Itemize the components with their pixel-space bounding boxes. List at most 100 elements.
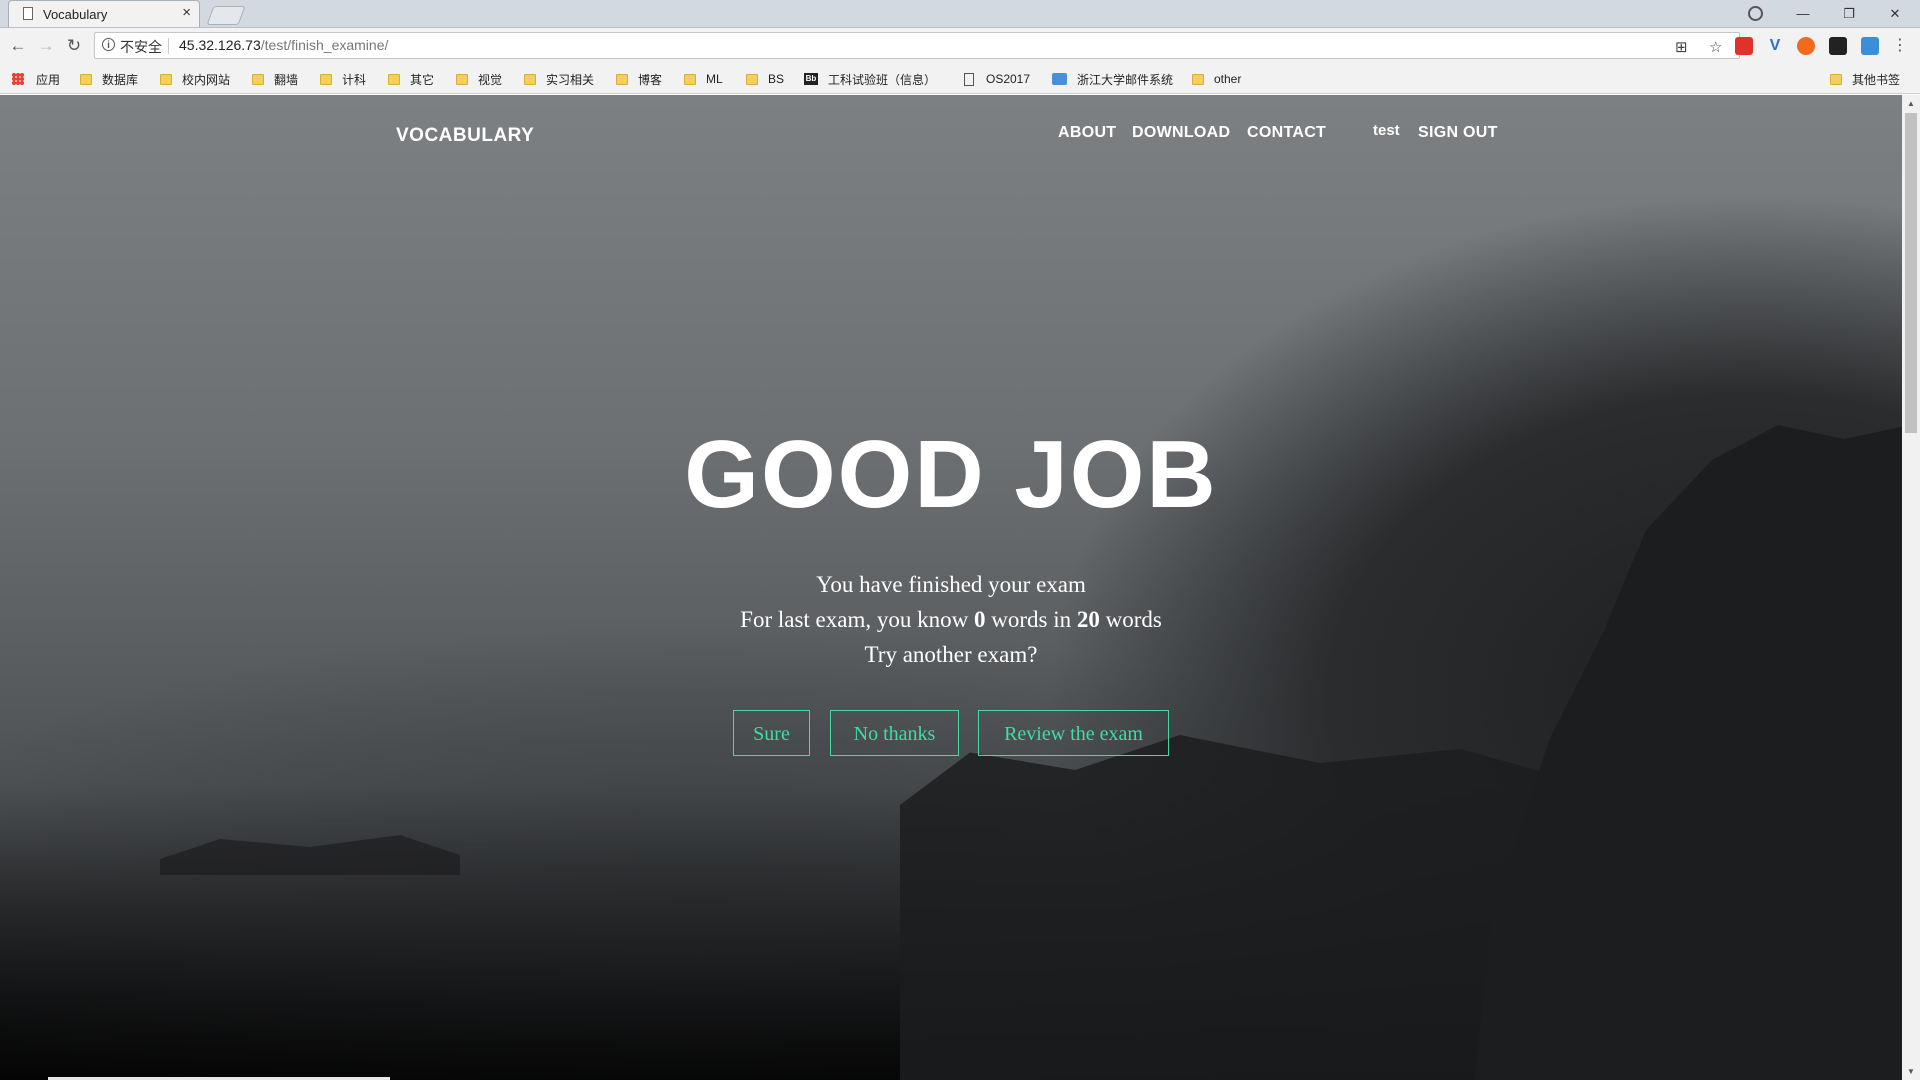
restore-button[interactable]: ❐ [1828, 0, 1870, 27]
reload-button[interactable]: ↻ [62, 34, 86, 58]
bookmark-folder[interactable]: 博客 [616, 71, 662, 87]
nav-download[interactable]: DOWNLOAD [1132, 124, 1230, 142]
bookmark-folder[interactable]: 翻墙 [252, 71, 298, 87]
nav-contact[interactable]: CONTACT [1247, 124, 1326, 142]
rock-silhouette [160, 835, 460, 875]
bookmark-label: 校内网站 [182, 72, 231, 87]
folder-icon [684, 73, 696, 85]
bookmark-folder[interactable]: other [1192, 71, 1241, 87]
bookmark-label: ML [706, 72, 723, 86]
browser-menu-icon[interactable]: ⋮ [1888, 34, 1912, 58]
back-button[interactable]: ← [6, 34, 30, 58]
new-tab-button[interactable] [206, 6, 246, 25]
scroll-up-icon[interactable]: ▲ [1907, 99, 1915, 108]
folder-icon [252, 73, 264, 85]
scrollbar-thumb[interactable] [1905, 113, 1917, 433]
extension-v-icon[interactable]: V [1766, 37, 1784, 55]
browser-tab[interactable]: Vocabulary × [8, 0, 200, 27]
review-exam-button[interactable]: Review the exam [978, 710, 1169, 756]
bookmark-label: 视觉 [478, 72, 503, 87]
document-icon [964, 72, 974, 86]
other-bookmarks[interactable]: 其他书签 [1830, 71, 1900, 87]
bookmark-folder[interactable]: 实习相关 [524, 71, 594, 87]
no-thanks-button[interactable]: No thanks [830, 710, 959, 756]
bookmark-link[interactable]: Bb 工科试验班（信息） [804, 71, 936, 87]
bookmark-link[interactable]: OS2017 [964, 71, 1030, 87]
folder-icon [320, 73, 332, 85]
bookmark-folder[interactable]: 其它 [388, 71, 434, 87]
site-navbar: VOCABULARY ABOUT DOWNLOAD CONTACT test S… [0, 95, 1902, 175]
apps-icon [12, 73, 24, 85]
bookmarks-bar: 应用 数据库 校内网站 翻墙 计科 其它 视觉 实习相关 博客 ML BS Bb… [0, 64, 1920, 94]
folder-icon [1192, 73, 1204, 85]
nav-about[interactable]: ABOUT [1058, 124, 1116, 142]
bookmark-link[interactable]: 浙江大学邮件系统 [1052, 71, 1173, 87]
score-prefix: For last exam, you know [740, 607, 974, 632]
bookmark-label: 计科 [342, 72, 367, 87]
security-label[interactable]: 不安全 [120, 37, 162, 57]
score-middle: words in [985, 607, 1077, 632]
bookmark-folder[interactable]: ML [684, 71, 723, 87]
page-hero: VOCABULARY ABOUT DOWNLOAD CONTACT test S… [0, 95, 1902, 1080]
bookmark-label: 浙江大学邮件系统 [1077, 72, 1174, 87]
extension-dark-icon[interactable] [1829, 37, 1847, 55]
tab-title: Vocabulary [43, 7, 108, 22]
folder-icon [456, 73, 468, 85]
folder-icon [524, 73, 536, 85]
folder-icon [80, 73, 92, 85]
bookmark-star-icon[interactable]: ☆ [1709, 38, 1722, 56]
total-count: 20 [1076, 607, 1100, 632]
folder-icon [1830, 73, 1842, 85]
url-host: 45.32.126.73 [179, 37, 261, 53]
finish-message: You have finished your exam [816, 572, 1086, 597]
bookmark-label: 翻墙 [274, 72, 299, 87]
known-count: 0 [973, 607, 986, 632]
bookmark-folder[interactable]: 数据库 [80, 71, 138, 87]
bookmark-label: OS2017 [986, 72, 1031, 86]
username-link[interactable]: test [1373, 122, 1400, 139]
bookmark-label: 工科试验班（信息） [828, 72, 937, 87]
folder-icon [616, 73, 628, 85]
bookmark-apps[interactable]: 应用 [12, 71, 60, 87]
page-scrollbar[interactable]: ▲ ▼ [1902, 95, 1920, 1080]
mail-icon [1052, 73, 1067, 85]
tab-strip: Vocabulary × — ❐ ✕ [0, 0, 1920, 28]
tab-close-icon[interactable]: × [182, 4, 191, 21]
scroll-down-icon[interactable]: ▼ [1907, 1067, 1915, 1076]
sure-button[interactable]: Sure [733, 710, 810, 756]
bookmark-label: 博客 [638, 72, 663, 87]
folder-icon [388, 73, 400, 85]
minimize-button[interactable]: — [1782, 0, 1824, 27]
profile-icon[interactable] [1748, 6, 1763, 21]
bookmark-folder[interactable]: 计科 [320, 71, 366, 87]
bookmark-label: 实习相关 [546, 72, 595, 87]
bookmark-label: 其他书签 [1852, 72, 1901, 87]
rock-silhouette [900, 735, 1600, 1080]
extension-orange-icon[interactable] [1797, 37, 1815, 55]
site-brand[interactable]: VOCABULARY [396, 125, 534, 147]
url-path: /test/finish_examine/ [260, 37, 389, 53]
nav-sign-out[interactable]: SIGN OUT [1418, 124, 1498, 142]
close-window-button[interactable]: ✕ [1874, 0, 1916, 27]
bookmark-label: 数据库 [102, 72, 139, 87]
bookmark-folder[interactable]: 视觉 [456, 71, 502, 87]
bookmark-label: BS [768, 72, 785, 86]
extension-blue-icon[interactable] [1861, 37, 1879, 55]
bookmark-folder[interactable]: 校内网站 [160, 71, 230, 87]
score-message: For last exam, you know 0 words in 20 wo… [0, 607, 1902, 633]
extension-red-icon[interactable] [1735, 37, 1753, 55]
address-bar[interactable]: i 不安全 45.32.126.73/test/finish_examine/ … [94, 32, 1740, 59]
score-suffix: words [1099, 607, 1162, 632]
bookmark-label: other [1214, 72, 1242, 86]
address-separator [168, 38, 169, 54]
folder-icon [160, 73, 172, 85]
folder-icon [746, 73, 758, 85]
bookmark-folder[interactable]: BS [746, 71, 784, 87]
retry-prompt: Try another exam? [864, 642, 1038, 667]
info-icon[interactable]: i [102, 38, 115, 51]
bookmark-label: 应用 [36, 72, 61, 87]
headline: GOOD JOB [684, 421, 1218, 528]
forward-button[interactable]: → [34, 34, 58, 58]
url-text[interactable]: 45.32.126.73/test/finish_examine/ [179, 37, 388, 53]
translate-icon[interactable]: ⊞ [1675, 38, 1688, 56]
